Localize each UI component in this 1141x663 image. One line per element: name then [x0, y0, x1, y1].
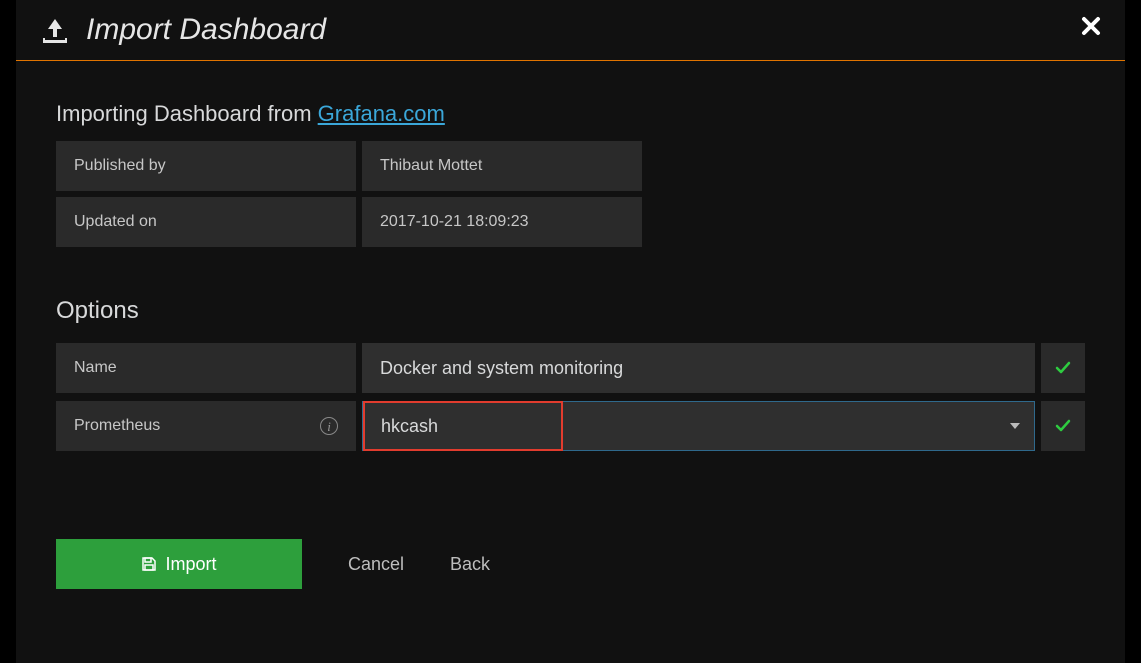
close-button[interactable] — [1081, 16, 1105, 40]
prometheus-label: Prometheus i — [56, 401, 356, 451]
option-row-name: Name Docker and system monitoring — [56, 343, 1085, 393]
import-button[interactable]: Import — [56, 539, 302, 589]
prometheus-valid-indicator — [1041, 401, 1085, 451]
name-label: Name — [56, 343, 356, 393]
name-valid-indicator — [1041, 343, 1085, 393]
info-value: 2017-10-21 18:09:23 — [362, 197, 642, 247]
info-row-published-by: Published by Thibaut Mottet — [56, 141, 1085, 191]
action-bar: Import Cancel Back — [56, 539, 1085, 589]
info-label: Published by — [56, 141, 356, 191]
options-heading: Options — [56, 297, 1085, 325]
name-input-value: Docker and system monitoring — [380, 358, 623, 379]
info-value: Thibaut Mottet — [362, 141, 642, 191]
save-icon — [141, 556, 157, 572]
modal-title: Import Dashboard — [86, 13, 326, 47]
prometheus-label-text: Prometheus — [74, 417, 160, 435]
name-input[interactable]: Docker and system monitoring — [362, 343, 1035, 393]
back-button[interactable]: Back — [450, 554, 490, 575]
importing-heading-text: Importing Dashboard from — [56, 101, 318, 126]
info-icon[interactable]: i — [320, 417, 338, 435]
options-form: Name Docker and system monitoring Promet… — [56, 343, 1085, 451]
cancel-button[interactable]: Cancel — [348, 554, 404, 575]
chevron-down-icon — [1010, 423, 1020, 429]
prometheus-select[interactable]: hkcash — [362, 401, 1035, 451]
dashboard-info-rows: Published by Thibaut Mottet Updated on 2… — [56, 141, 1085, 247]
modal-header: Import Dashboard — [16, 0, 1125, 61]
modal-body: Importing Dashboard from Grafana.com Pub… — [16, 61, 1125, 589]
name-label-text: Name — [74, 359, 117, 377]
import-button-label: Import — [165, 554, 216, 575]
importing-heading: Importing Dashboard from Grafana.com — [56, 101, 1085, 127]
upload-icon — [40, 15, 70, 45]
info-label: Updated on — [56, 197, 356, 247]
prometheus-select-value: hkcash — [381, 416, 438, 437]
import-dashboard-modal: Import Dashboard Importing Dashboard fro… — [16, 0, 1125, 663]
info-row-updated-on: Updated on 2017-10-21 18:09:23 — [56, 197, 1085, 247]
grafana-com-link[interactable]: Grafana.com — [318, 101, 445, 126]
option-row-prometheus: Prometheus i hkcash — [56, 401, 1085, 451]
